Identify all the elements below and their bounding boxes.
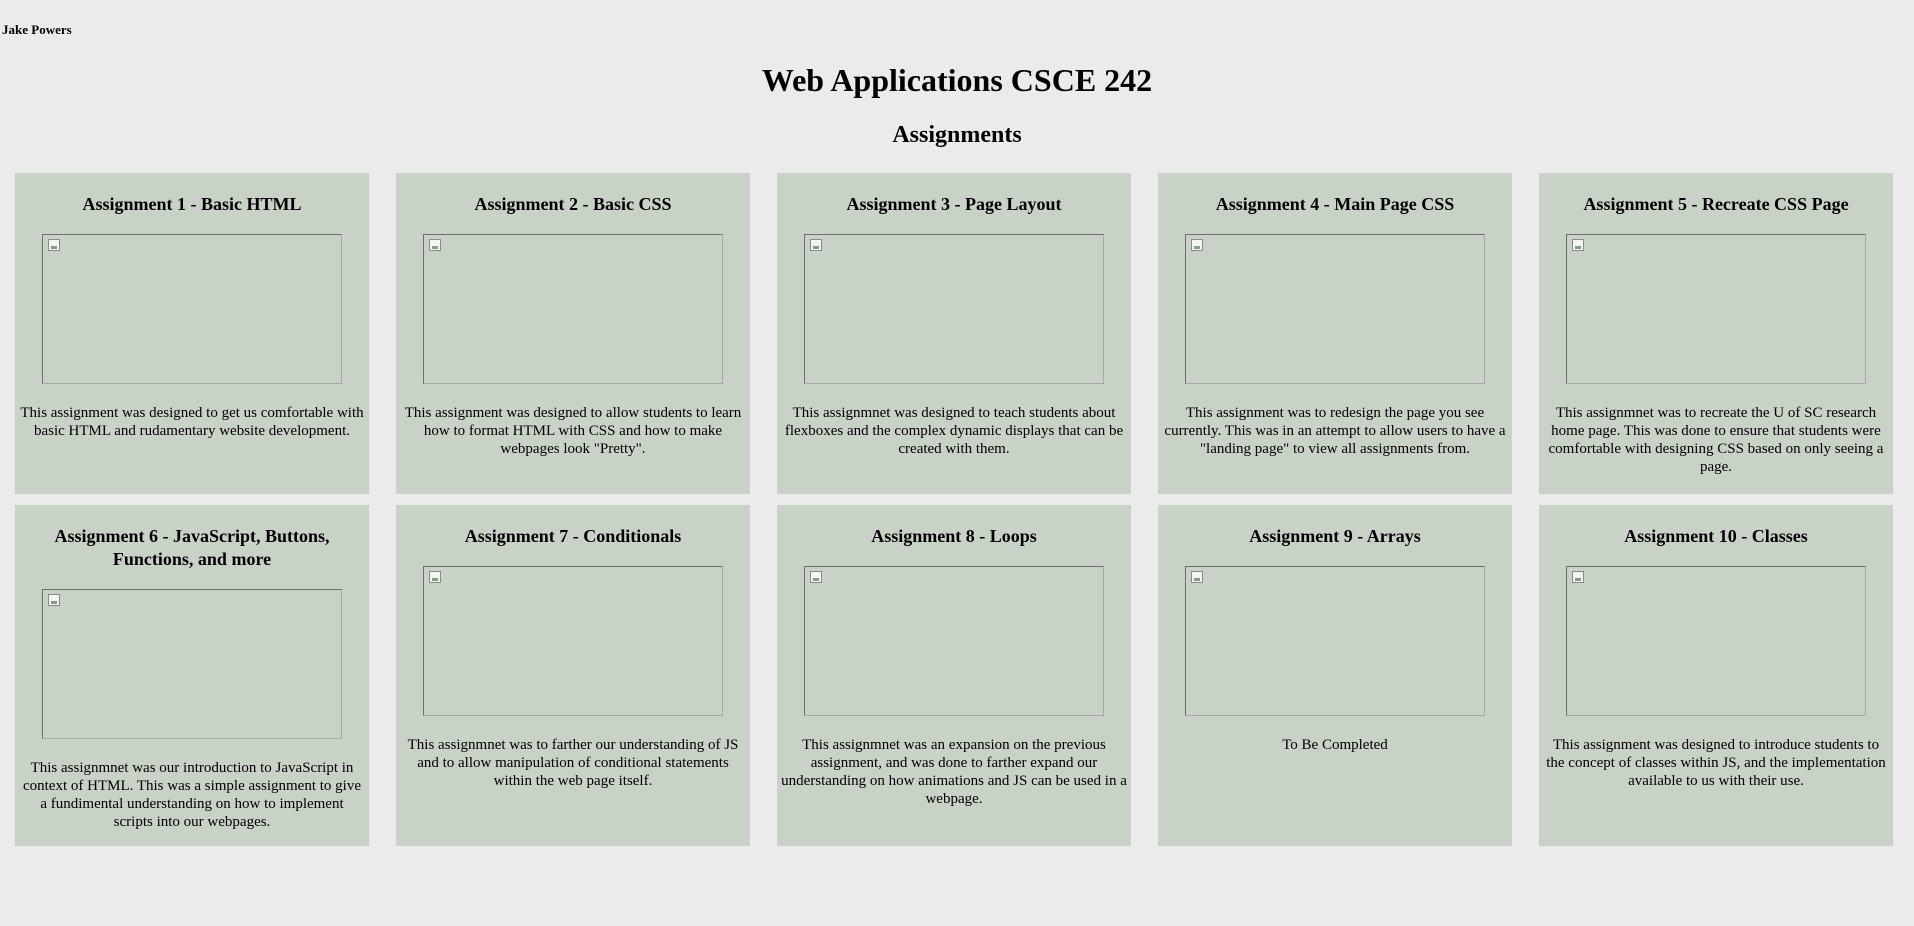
assignment-card-5[interactable]: Assignment 5 - Recreate CSS Page This as… bbox=[1539, 173, 1893, 494]
broken-image-icon bbox=[48, 239, 60, 251]
assignment-thumbnail[interactable] bbox=[804, 234, 1104, 384]
assignments-row-2: Assignment 6 - JavaScript, Buttons, Func… bbox=[15, 505, 1895, 846]
assignment-card-9[interactable]: Assignment 9 - Arrays To Be Completed bbox=[1158, 505, 1512, 846]
assignment-card-8[interactable]: Assignment 8 - Loops This assignmnet was… bbox=[777, 505, 1131, 846]
broken-image-icon bbox=[1572, 239, 1584, 251]
broken-image-icon bbox=[810, 239, 822, 251]
assignment-thumbnail[interactable] bbox=[1566, 566, 1866, 716]
assignment-thumbnail[interactable] bbox=[1566, 234, 1866, 384]
assignment-title[interactable]: Assignment 2 - Basic CSS bbox=[474, 193, 671, 216]
broken-image-icon bbox=[810, 571, 822, 583]
assignment-thumbnail[interactable] bbox=[423, 566, 723, 716]
assignment-title[interactable]: Assignment 4 - Main Page CSS bbox=[1216, 193, 1455, 216]
assignment-description: This assignment was designed to allow st… bbox=[404, 405, 742, 457]
assignment-title[interactable]: Assignment 9 - Arrays bbox=[1249, 525, 1421, 548]
assignment-title[interactable]: Assignment 3 - Page Layout bbox=[847, 193, 1062, 216]
broken-image-icon bbox=[1191, 571, 1203, 583]
assignment-card-3[interactable]: Assignment 3 - Page Layout This assignmn… bbox=[777, 173, 1131, 494]
assignment-card-6[interactable]: Assignment 6 - JavaScript, Buttons, Func… bbox=[15, 505, 369, 846]
author-name: Jake Powers bbox=[2, 22, 72, 37]
assignment-description: This assignmnet was our introduction to … bbox=[22, 760, 361, 830]
assignments-row-1: Assignment 1 - Basic HTML This assignmen… bbox=[15, 173, 1895, 494]
assignment-thumbnail[interactable] bbox=[42, 589, 342, 739]
broken-image-icon bbox=[1572, 571, 1584, 583]
assignment-thumbnail[interactable] bbox=[804, 566, 1104, 716]
assignment-title[interactable]: Assignment 8 - Loops bbox=[871, 525, 1037, 548]
broken-image-icon bbox=[1191, 239, 1203, 251]
assignment-title[interactable]: Assignment 7 - Conditionals bbox=[465, 525, 682, 548]
section-title: Assignments bbox=[892, 122, 1022, 148]
assignment-description: This assignmnet was to farther our under… bbox=[407, 737, 739, 789]
assignment-card-10[interactable]: Assignment 10 - Classes This assignment … bbox=[1539, 505, 1893, 846]
assignment-card-2[interactable]: Assignment 2 - Basic CSS This assignment… bbox=[396, 173, 750, 494]
assignments-grid: Assignment 1 - Basic HTML This assignmen… bbox=[15, 173, 1895, 846]
assignment-thumbnail[interactable] bbox=[42, 234, 342, 384]
assignment-title[interactable]: Assignment 1 - Basic HTML bbox=[82, 193, 301, 216]
assignment-thumbnail[interactable] bbox=[1185, 566, 1485, 716]
assignment-description: This assignment was designed to get us c… bbox=[20, 405, 364, 439]
assignment-title[interactable]: Assignment 5 - Recreate CSS Page bbox=[1583, 193, 1848, 216]
assignment-title[interactable]: Assignment 10 - Classes bbox=[1624, 525, 1808, 548]
assignment-card-7[interactable]: Assignment 7 - Conditionals This assignm… bbox=[396, 505, 750, 846]
assignment-thumbnail[interactable] bbox=[423, 234, 723, 384]
assignment-description: This assignment was designed to introduc… bbox=[1546, 737, 1886, 789]
assignment-description: To Be Completed bbox=[1282, 737, 1388, 753]
broken-image-icon bbox=[429, 239, 441, 251]
assignment-description: This assignmnet was an expansion on the … bbox=[781, 737, 1127, 807]
broken-image-icon bbox=[429, 571, 441, 583]
assignment-description: This assignmnet was designed to teach st… bbox=[784, 405, 1124, 457]
assignment-card-4[interactable]: Assignment 4 - Main Page CSS This assign… bbox=[1158, 173, 1512, 494]
assignment-thumbnail[interactable] bbox=[1185, 234, 1485, 384]
site-title: Web Applications CSCE 242 bbox=[761, 62, 1153, 98]
assignment-description: This assignment was to redesign the page… bbox=[1164, 405, 1506, 457]
assignment-description: This assignmnet was to recreate the U of… bbox=[1548, 405, 1884, 475]
assignment-title[interactable]: Assignment 6 - JavaScript, Buttons, Func… bbox=[27, 525, 357, 571]
assignment-card-1[interactable]: Assignment 1 - Basic HTML This assignmen… bbox=[15, 173, 369, 494]
broken-image-icon bbox=[48, 594, 60, 606]
